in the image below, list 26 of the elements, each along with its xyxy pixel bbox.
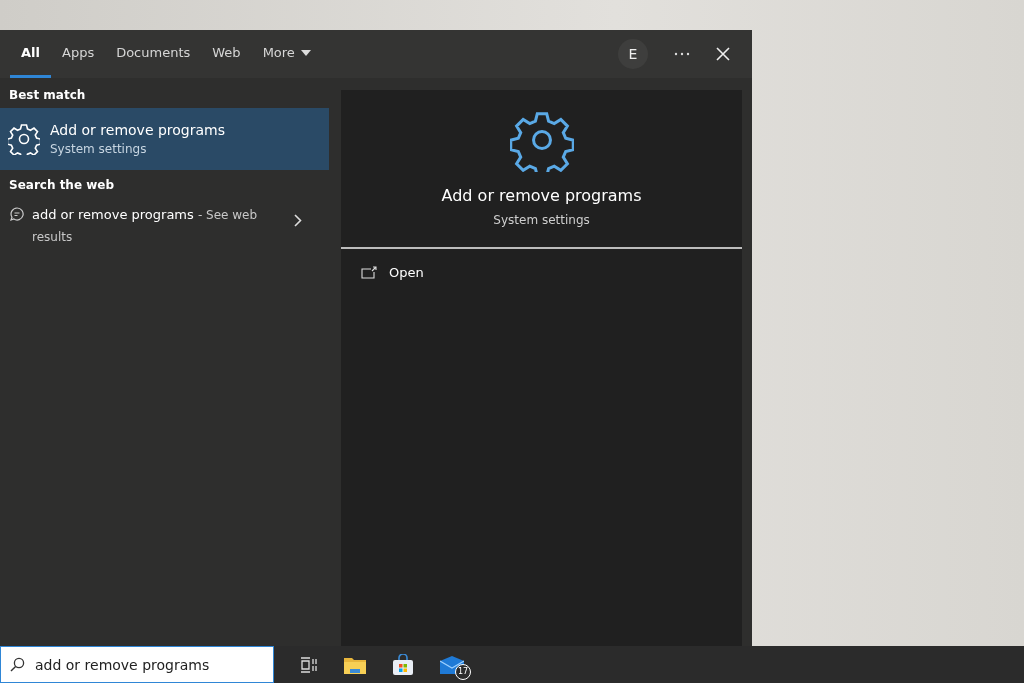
filter-tab[interactable]: Web	[201, 30, 252, 78]
folder-icon[interactable]	[344, 655, 366, 674]
chat-bubble-icon	[10, 207, 24, 221]
open-action[interactable]: Open	[341, 249, 444, 296]
open-window-icon	[361, 266, 378, 279]
preview-title: Add or remove programs	[441, 186, 642, 205]
section-heading: Best match	[8, 88, 87, 102]
search-field[interactable]: add or remove programs	[0, 646, 274, 683]
gear-icon	[8, 123, 40, 155]
filter-tab[interactable]: More	[251, 30, 322, 78]
task-view-icon[interactable]	[300, 656, 318, 673]
store-bag-icon[interactable]	[392, 653, 414, 676]
filter-tab[interactable]: Documents	[105, 30, 202, 78]
more-options-icon[interactable]	[674, 52, 690, 56]
result-title: Add or remove programs	[50, 122, 225, 138]
account-avatar[interactable]: E	[618, 39, 648, 69]
preview-subtitle: System settings	[493, 213, 590, 227]
best-match-item[interactable]: Add or remove programs System settings	[0, 108, 330, 170]
filter-tab[interactable]: All	[10, 30, 51, 78]
result-subtitle: System settings	[50, 142, 148, 156]
filter-tab[interactable]: Apps	[51, 30, 106, 78]
close-icon[interactable]	[716, 47, 730, 61]
section-heading: Search the web	[8, 178, 116, 192]
web-result-text[interactable]: add or remove programs - See web results	[32, 204, 282, 248]
chevron-right-icon[interactable]	[294, 214, 302, 227]
caret-icon	[300, 49, 311, 56]
